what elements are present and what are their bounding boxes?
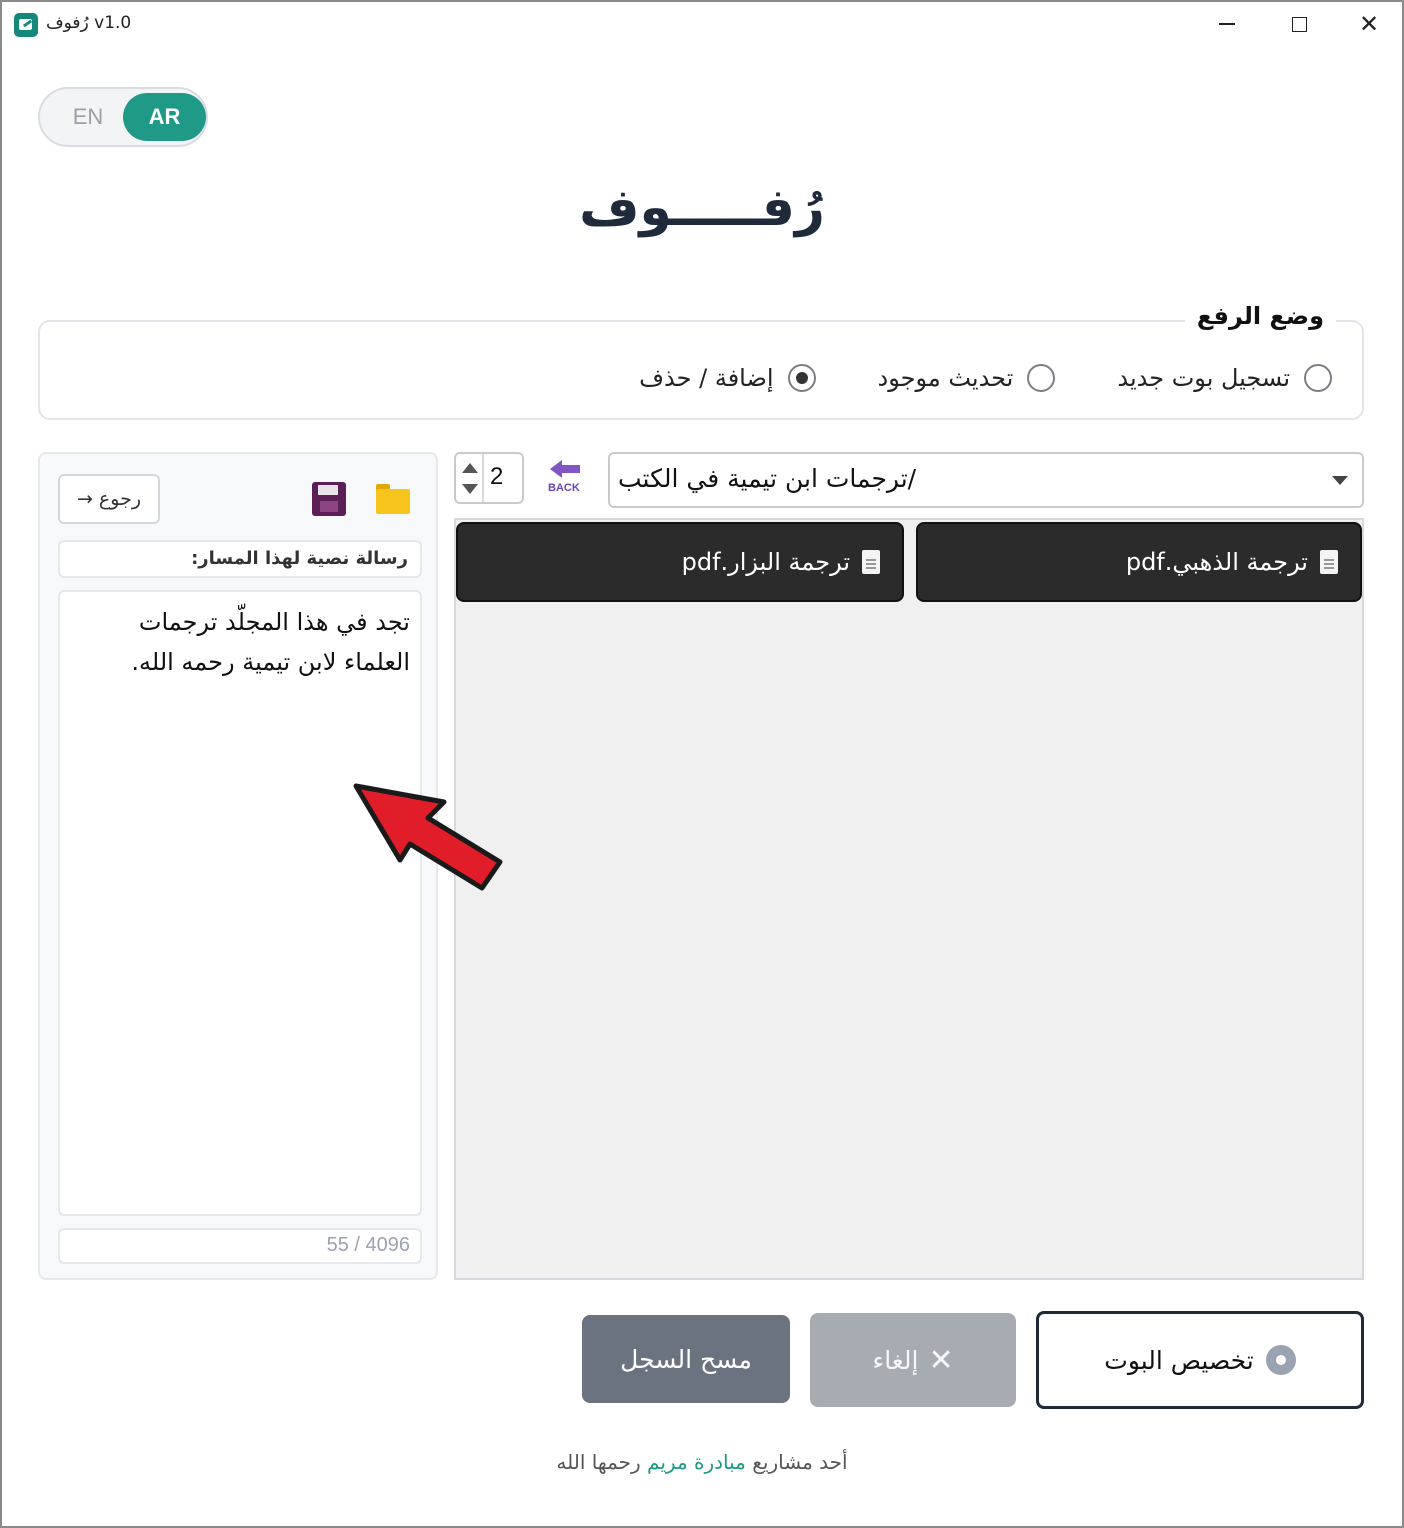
title-bar: رُفوف v1.0 ✕ [2, 2, 1402, 46]
maximize-icon [1291, 16, 1307, 32]
app-window: رُفوف v1.0 ✕ EN AR رُفـــــوف وضع الرفع … [0, 0, 1404, 1528]
close-x-icon: ✕ [928, 1342, 954, 1378]
radio-circle[interactable] [1304, 364, 1332, 392]
window-title: رُفوف v1.0 [46, 13, 132, 33]
cancel-label: إلغاء [872, 1345, 919, 1375]
spin-up-icon[interactable] [462, 463, 478, 473]
back-button[interactable]: رجوع → [58, 474, 160, 524]
language-toggle[interactable]: EN AR [38, 87, 208, 147]
back-nav-button[interactable]: BACK [546, 460, 586, 498]
radio-label: تحديث موجود [877, 364, 1014, 392]
radio-register-new-bot[interactable]: تسجيل بوت جديد [1117, 364, 1332, 392]
minimize-button[interactable] [1192, 2, 1262, 46]
path-value: /ترجمات ابن تيمية في الكتب [618, 464, 917, 493]
radio-update-existing[interactable]: تحديث موجود [878, 364, 1056, 392]
upload-mode-group: وضع الرفع تسجيل بوت جديد تحديث موجود إضا… [38, 302, 1364, 420]
file-item[interactable]: ترجمة الذهبي.pdf [916, 522, 1362, 602]
gear-icon [1265, 1345, 1296, 1375]
footer-credit: أحد مشاريع مبادرة مريم رحمها الله [2, 1450, 1402, 1474]
upload-mode-options: تسجيل بوت جديد تحديث موجود إضافة / حذف [639, 364, 1332, 392]
clear-log-button[interactable]: مسح السجل [582, 1315, 790, 1403]
file-name: ترجمة البزار.pdf [681, 548, 850, 576]
navigation-bar: 2 BACK /ترجمات ابن تيمية في الكتب [454, 452, 1364, 508]
file-browser[interactable]: ترجمة الذهبي.pdf ترجمة البزار.pdf [454, 518, 1364, 1280]
save-icon[interactable] [312, 482, 346, 516]
file-item[interactable]: ترجمة البزار.pdf [456, 522, 904, 602]
depth-value[interactable]: 2 [490, 463, 503, 491]
back-nav-label: BACK [548, 482, 580, 494]
radio-add-delete[interactable]: إضافة / حذف [639, 364, 816, 392]
app-title: رُفـــــوف [579, 178, 825, 238]
message-textarea[interactable]: تجد في هذا المجلّد ترجمات العلماء لابن ت… [58, 590, 422, 1216]
lang-en-option[interactable]: EN [52, 97, 124, 137]
char-counter: 55 / 4096 [58, 1228, 422, 1264]
file-name: ترجمة الذهبي.pdf [1125, 548, 1308, 576]
folder-icon[interactable] [376, 484, 410, 514]
clear-log-label: مسح السجل [620, 1344, 752, 1374]
cancel-button[interactable]: ✕ إلغاء [810, 1313, 1016, 1407]
footer-prefix: أحد مشاريع [752, 1450, 848, 1474]
app-logo-icon [14, 13, 38, 37]
radio-circle[interactable] [1027, 364, 1056, 392]
customize-bot-button[interactable]: تخصيص البوت [1036, 1311, 1364, 1409]
chevron-down-icon[interactable] [1332, 476, 1348, 485]
initiative-link[interactable]: مبادرة مريم [647, 1450, 746, 1474]
close-button[interactable]: ✕ [1334, 2, 1404, 46]
arrow-right-icon: → [77, 488, 93, 510]
minimize-icon [1219, 23, 1235, 25]
message-label: رسالة نصية لهذا المسار: [58, 540, 422, 578]
radio-label: إضافة / حذف [639, 364, 774, 392]
document-icon [862, 550, 880, 574]
maximize-button[interactable] [1264, 2, 1334, 46]
lang-ar-option[interactable]: AR [123, 93, 206, 141]
depth-spinbox[interactable]: 2 [454, 452, 524, 504]
footer-suffix: رحمها الله [556, 1450, 641, 1474]
spin-down-icon[interactable] [462, 484, 478, 494]
path-dropdown[interactable]: /ترجمات ابن تيمية في الكتب [608, 452, 1364, 508]
customize-label: تخصيص البوت [1104, 1345, 1254, 1375]
close-icon: ✕ [1358, 10, 1380, 38]
upload-mode-legend: وضع الرفع [1184, 302, 1336, 330]
annotation-arrow-icon [353, 783, 503, 891]
radio-circle-selected[interactable] [787, 364, 816, 392]
radio-label: تسجيل بوت جديد [1117, 364, 1290, 392]
document-icon [1320, 550, 1338, 574]
back-button-label: رجوع [98, 488, 141, 510]
